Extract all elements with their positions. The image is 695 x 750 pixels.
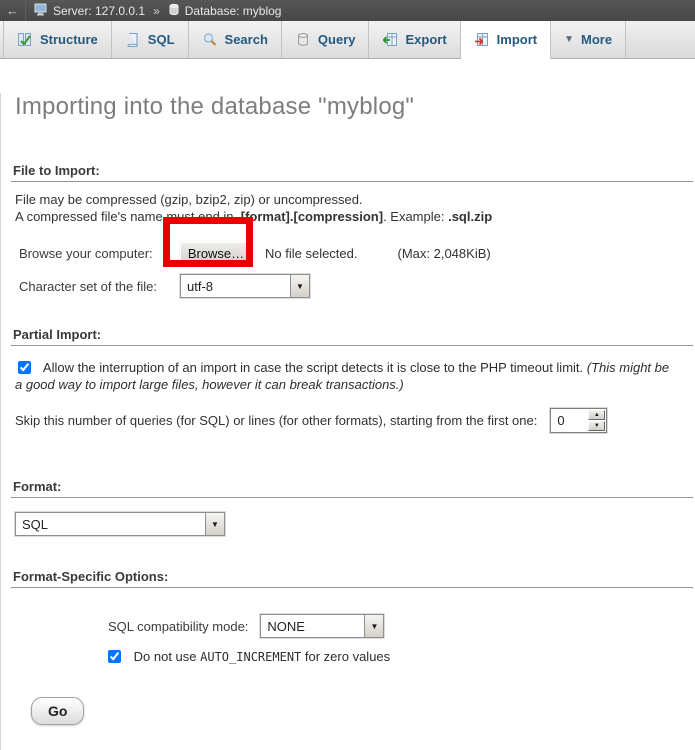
tab-label: Import <box>497 32 537 47</box>
sql-compat-row: SQL compatibility mode: NONE ▼ <box>108 614 693 638</box>
compression-example: .sql.zip <box>448 209 492 224</box>
compression-line2-mid: . Example: <box>383 209 448 224</box>
browse-label: Browse your computer: <box>19 246 166 261</box>
select-arrow-icon: ▼ <box>205 513 224 535</box>
sql-compat-select[interactable]: NONE ▼ <box>260 614 384 638</box>
section-format: Format: SQL ▼ <box>11 479 693 536</box>
allow-interrupt-label: Allow the interruption of an import in c… <box>43 360 587 375</box>
skip-queries-label: Skip this number of queries (for SQL) or… <box>15 413 537 428</box>
tab-search[interactable]: Search <box>189 21 282 58</box>
section-heading: Format-Specific Options: <box>11 569 693 588</box>
tab-label: SQL <box>148 32 175 47</box>
section-partial-import: Partial Import: Allow the interruption o… <box>11 327 693 433</box>
section-heading: Format: <box>11 479 693 498</box>
sql-compat-selected-value: NONE <box>261 615 311 637</box>
tab-query[interactable]: Query <box>282 21 370 58</box>
compression-line1: File may be compressed (gzip, bzip2, zip… <box>15 192 363 207</box>
breadcrumb-database-link[interactable]: Database: myblog <box>185 4 282 18</box>
auto-increment-prefix: Do not use <box>134 649 201 664</box>
select-arrow-icon: ▼ <box>290 275 309 297</box>
browse-button[interactable]: Browse… <box>179 241 253 265</box>
browse-row: Browse your computer: Browse… No file se… <box>19 241 693 265</box>
skip-queries-row: Skip this number of queries (for SQL) or… <box>15 408 693 433</box>
tab-label: Export <box>405 32 446 47</box>
max-upload-size: (Max: 2,048KiB) <box>398 246 491 261</box>
breadcrumb-server-link[interactable]: Server: 127.0.0.1 <box>53 4 145 18</box>
tab-import[interactable]: Import <box>461 21 551 59</box>
section-file-to-import: File to Import: File may be compressed (… <box>11 163 693 298</box>
compression-pattern: .[format].[compression] <box>237 209 383 224</box>
database-icon <box>168 3 180 19</box>
no-file-selected-text: No file selected. <box>265 246 358 261</box>
tab-more[interactable]: ▼ More <box>551 21 626 58</box>
skip-queries-stepper[interactable]: 0 ▲ ▼ <box>550 408 607 433</box>
tab-label: More <box>581 32 612 47</box>
chevron-down-icon: ▼ <box>564 34 574 45</box>
tab-label: Query <box>318 32 356 47</box>
stepper-up-icon[interactable]: ▲ <box>588 410 605 420</box>
search-icon <box>202 32 218 48</box>
query-icon <box>295 32 311 48</box>
server-icon <box>34 3 48 19</box>
breadcrumb-bar: ← Server: 127.0.0.1 » Database: myblog <box>0 0 695 21</box>
sql-icon <box>125 32 141 48</box>
charset-row: Character set of the file: utf-8 ▼ <box>19 274 693 298</box>
section-heading: File to Import: <box>11 163 693 182</box>
structure-icon <box>17 32 33 48</box>
tab-bar-filler <box>626 21 695 58</box>
page-title: Importing into the database "myblog" <box>15 93 695 121</box>
stepper-down-icon[interactable]: ▼ <box>588 421 605 431</box>
tab-sql[interactable]: SQL <box>112 21 189 58</box>
go-button[interactable]: Go <box>31 697 84 725</box>
charset-selected-value: utf-8 <box>181 275 219 297</box>
charset-label: Character set of the file: <box>19 279 166 294</box>
auto-increment-code: AUTO_INCREMENT <box>200 650 301 664</box>
tab-label: Search <box>225 32 268 47</box>
auto-increment-row: Do not use AUTO_INCREMENT for zero value… <box>108 649 693 664</box>
back-arrow-icon[interactable]: ← <box>0 0 26 21</box>
format-select[interactable]: SQL ▼ <box>15 512 225 536</box>
auto-increment-label: Do not use AUTO_INCREMENT for zero value… <box>134 649 391 664</box>
auto-increment-checkbox[interactable] <box>108 650 121 663</box>
auto-increment-suffix: for zero values <box>301 649 390 664</box>
sql-compat-label: SQL compatibility mode: <box>108 619 248 634</box>
breadcrumb-separator: » <box>153 4 160 18</box>
main-content: Importing into the database "myblog" Fil… <box>0 93 695 750</box>
format-selected-value: SQL <box>16 513 54 535</box>
tab-bar: Structure SQL Search Query Export Import… <box>0 21 695 59</box>
section-heading: Partial Import: <box>11 327 693 346</box>
select-arrow-icon: ▼ <box>364 615 383 637</box>
skip-queries-value: 0 <box>552 410 588 431</box>
charset-select[interactable]: utf-8 ▼ <box>180 274 310 298</box>
breadcrumb: Server: 127.0.0.1 » Database: myblog <box>34 3 281 19</box>
section-format-options: Format-Specific Options: SQL compatibili… <box>11 569 693 664</box>
compression-help-text: File may be compressed (gzip, bzip2, zip… <box>15 191 693 225</box>
compression-line2-prefix: A compressed file's name must end in <box>15 209 237 224</box>
tab-export[interactable]: Export <box>369 21 460 58</box>
export-icon <box>382 32 398 48</box>
tab-label: Structure <box>40 32 98 47</box>
import-icon <box>474 32 490 48</box>
allow-interrupt-row: Allow the interruption of an import in c… <box>15 359 679 393</box>
tab-structure[interactable]: Structure <box>3 21 112 58</box>
allow-interrupt-checkbox[interactable] <box>18 361 31 374</box>
